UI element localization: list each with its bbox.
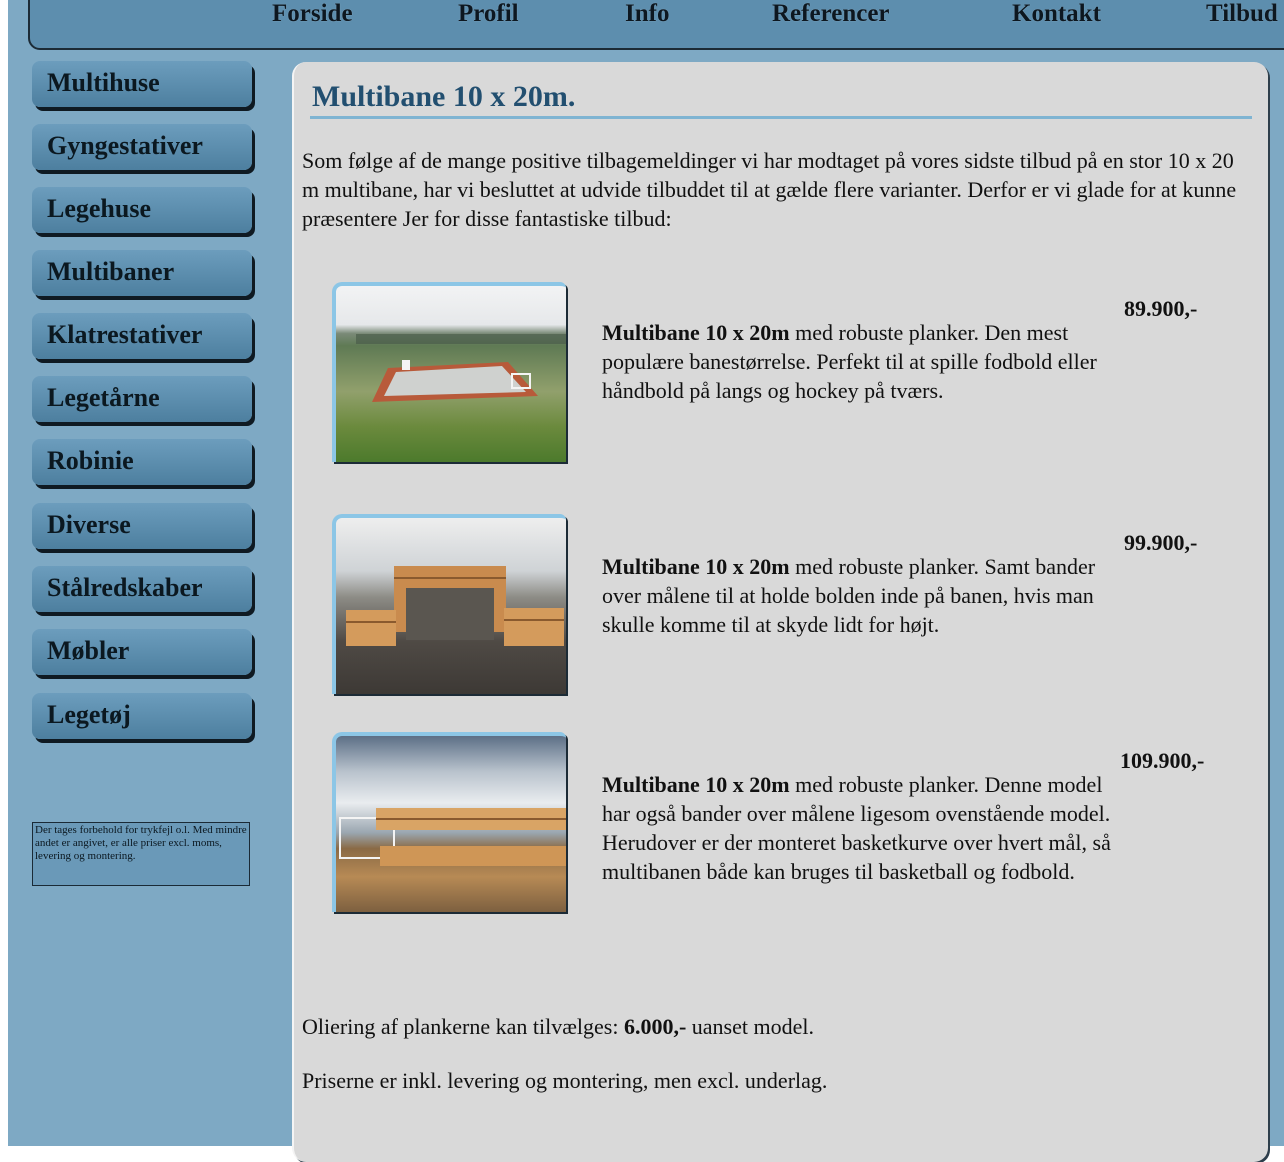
offer-1-description: Multibane 10 x 20m med robuste planker. … <box>602 318 1112 405</box>
sidebar-item-multihuse[interactable]: Multihuse <box>32 61 252 107</box>
sidebar-item-multibaner[interactable]: Multibaner <box>32 250 252 296</box>
sidebar-item-label: Klatrestativer <box>47 320 203 349</box>
offer-2-description: Multibane 10 x 20m med robuste planker. … <box>602 552 1112 639</box>
offer-1-price: 89.900,- <box>1124 296 1198 321</box>
sidebar-item-label: Diverse <box>47 510 131 539</box>
page-title: Multibane 10 x 20m. <box>312 80 576 113</box>
sidebar-item-label: Møbler <box>47 636 130 665</box>
sidebar-item-label: Multihuse <box>47 68 160 97</box>
sidebar-item-label: Multibaner <box>47 257 175 286</box>
oiling-price: 6.000,- <box>623 1014 687 1039</box>
offer-1-name: Multibane 10 x 20m <box>602 320 790 345</box>
intro-paragraph: Som følge af de mange positive tilbageme… <box>302 148 1237 231</box>
offer-3-price: 109.900,- <box>1120 748 1205 773</box>
sidebar-item-label: Legehuse <box>47 194 151 223</box>
sidebar-item-label: Legetøj <box>47 700 131 729</box>
offer-1-image <box>332 282 566 462</box>
court-photo-icon <box>339 808 566 866</box>
offer-2-image <box>332 514 566 694</box>
oiling-suffix: uanset model. <box>686 1014 814 1039</box>
sidebar-item-legetarne[interactable]: Legetårne <box>32 376 252 422</box>
sidebar-item-label: Gyngestativer <box>47 131 203 160</box>
sidebar-item-legehuse[interactable]: Legehuse <box>32 187 252 233</box>
offer-2-price: 99.900,- <box>1124 530 1198 555</box>
sidebar-item-diverse[interactable]: Diverse <box>32 503 252 549</box>
offer-2-name: Multibane 10 x 20m <box>602 554 790 579</box>
nav-kontakt[interactable]: Kontakt <box>1012 0 1101 28</box>
page: Forside Profil Info Referencer Kontakt T… <box>8 0 1284 1162</box>
title-divider <box>310 116 1252 119</box>
sidebar-item-label: Stålredskaber <box>47 573 203 602</box>
top-navigation: Forside Profil Info Referencer Kontakt T… <box>28 0 1284 50</box>
sidebar-item-mobler[interactable]: Møbler <box>32 629 252 675</box>
sidebar-item-klatrestativer[interactable]: Klatrestativer <box>32 313 252 359</box>
sidebar-item-robinie[interactable]: Robinie <box>32 439 252 485</box>
sidebar-item-gyngestativer[interactable]: Gyngestativer <box>32 124 252 170</box>
sidebar-item-label: Legetårne <box>47 383 160 412</box>
oiling-note: Oliering af plankerne kan tilvælges: 6.0… <box>302 1014 814 1040</box>
offer-3-image <box>332 732 566 912</box>
sidebar-item-staalredskaber[interactable]: Stålredskaber <box>32 566 252 612</box>
sidebar-item-legetoj[interactable]: Legetøj <box>32 693 252 739</box>
nav-referencer[interactable]: Referencer <box>772 0 890 28</box>
nav-tilbud[interactable]: Tilbud <box>1206 0 1278 28</box>
offer-3-name: Multibane 10 x 20m <box>602 772 790 797</box>
sidebar-item-label: Robinie <box>47 446 134 475</box>
court-photo-icon <box>356 334 566 402</box>
price-disclaimer: Der tages forbehold for trykfejl o.l. Me… <box>32 822 250 886</box>
content-panel: Multibane 10 x 20m. Som følge af de mang… <box>292 62 1268 1162</box>
nav-profil[interactable]: Profil <box>458 0 519 28</box>
nav-forside[interactable]: Forside <box>272 0 353 28</box>
court-photo-icon <box>346 566 564 646</box>
oiling-prefix: Oliering af plankerne kan tilvælges: <box>302 1014 624 1039</box>
prices-note: Priserne er inkl. levering og montering,… <box>302 1068 828 1093</box>
nav-info[interactable]: Info <box>625 0 669 28</box>
offer-3-description: Multibane 10 x 20m med robuste planker. … <box>602 770 1112 886</box>
